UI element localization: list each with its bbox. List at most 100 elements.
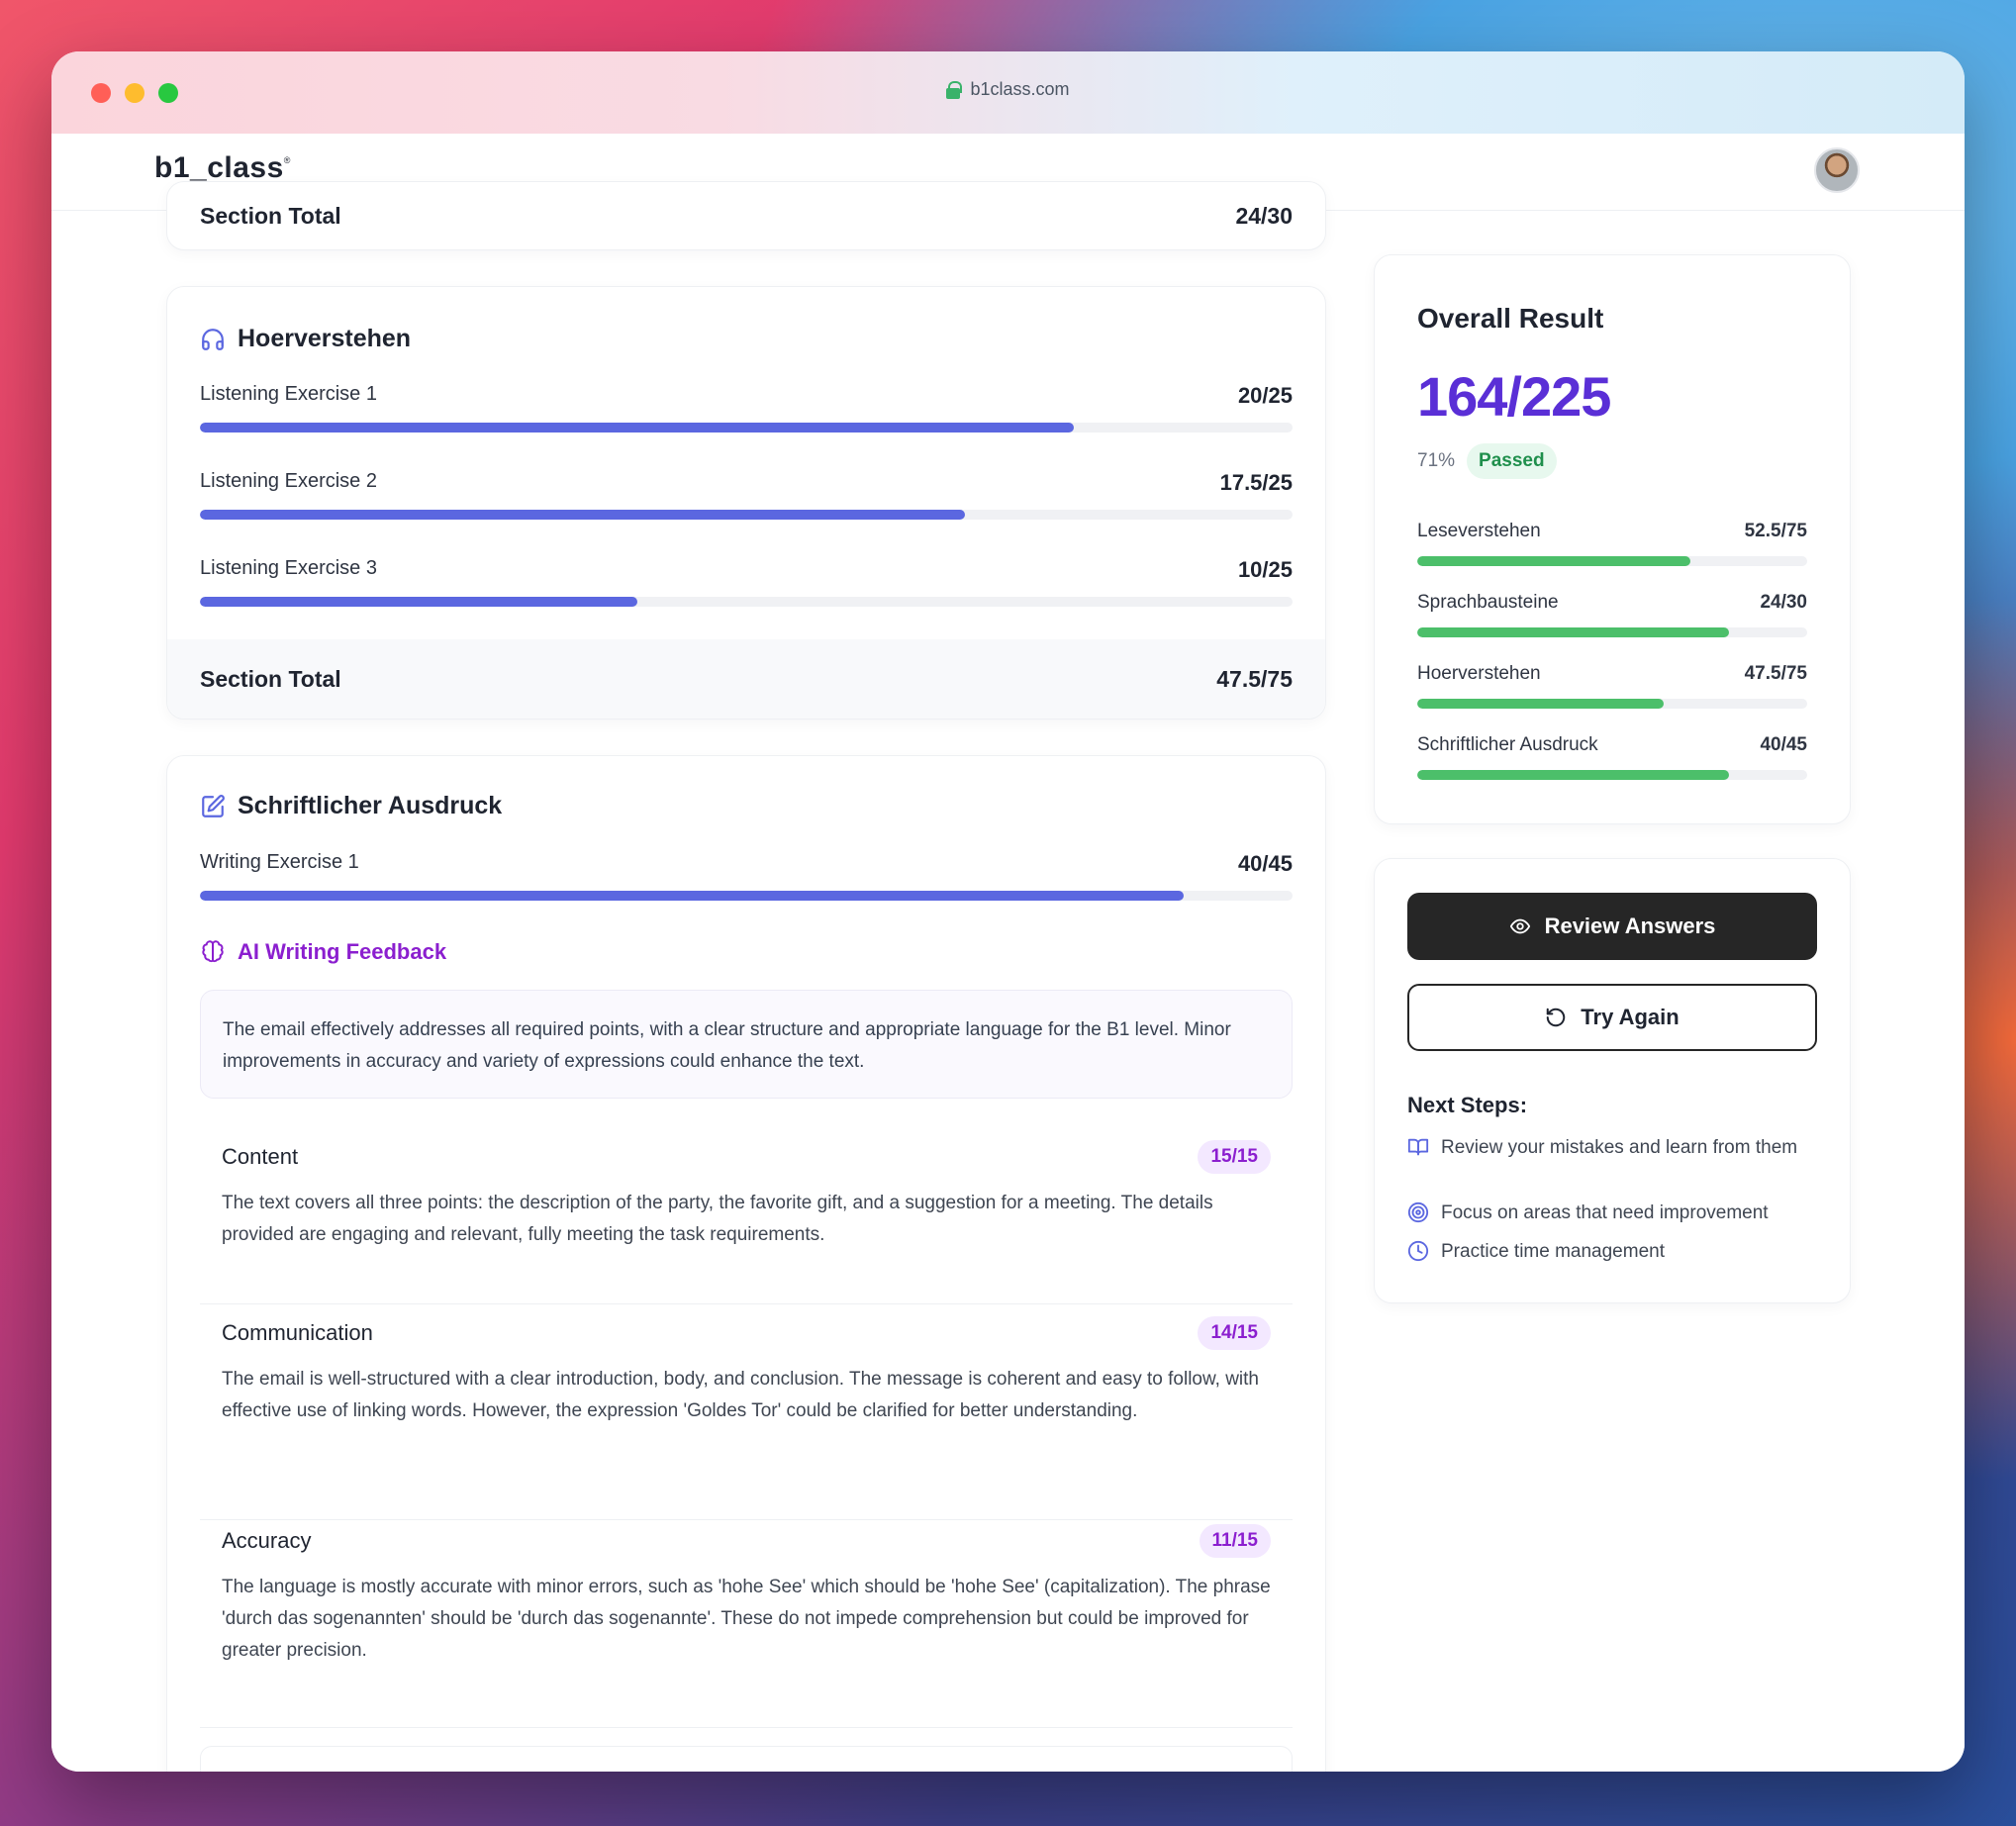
progress-bar	[1417, 699, 1807, 709]
overall-score: 164/225	[1417, 365, 1611, 428]
schriftlicher-title: Schriftlicher Ausdruck	[200, 792, 502, 820]
schriftlicher-card: Schriftlicher Ausdruck Writing Exercise …	[166, 755, 1326, 1772]
criterion-name: Accuracy	[222, 1528, 312, 1553]
main-content: Section Total 24/30 Hoerverstehen Listen…	[51, 181, 1965, 1772]
review-answers-label: Review Answers	[1544, 913, 1716, 938]
edit-icon	[202, 794, 225, 817]
section-total-label: Section Total	[200, 665, 341, 692]
criterion-text: The text covers all three points: the de…	[222, 1193, 1213, 1245]
ai-feedback-title-text: AI Writing Feedback	[238, 939, 447, 964]
hoerverstehen-title-text: Hoerverstehen	[238, 325, 412, 352]
progress-bar	[1417, 627, 1807, 637]
exercise-row: Writing Exercise 1 40/45	[200, 851, 1293, 901]
section-total-value: 47.5/75	[1216, 665, 1293, 692]
eye-icon	[1509, 918, 1530, 934]
section-total-row: Section Total 47.5/75	[167, 639, 1325, 719]
exercise-row: Listening Exercise 1 20/25	[200, 383, 1293, 432]
overall-result-card: Overall Result 164/225 71% Passed Leseve…	[1374, 254, 1851, 824]
url-text: b1class.com	[970, 79, 1070, 99]
hoerverstehen-card: Hoerverstehen Listening Exercise 1 20/25 …	[166, 286, 1326, 720]
overall-section-row: Schriftlicher Ausdruck 40/45	[1417, 734, 1807, 780]
progress-bar	[200, 891, 1293, 901]
overall-section-row: Leseverstehen 52.5/75	[1417, 521, 1807, 566]
progress-fill	[1417, 699, 1665, 709]
progress-fill	[200, 891, 1184, 901]
overall-section-score: 40/45	[1760, 734, 1807, 755]
criterion-card: Content 15/15 The text covers all three …	[200, 1136, 1293, 1304]
progress-bar	[200, 423, 1293, 432]
next-step-text: Practice time management	[1441, 1241, 1665, 1262]
brain-icon	[202, 940, 224, 963]
book-open-icon	[1407, 1138, 1429, 1156]
schriftlicher-title-text: Schriftlicher Ausdruck	[238, 792, 503, 819]
next-step-text: Focus on areas that need improvement	[1441, 1202, 1769, 1223]
exercise-label: Writing Exercise 1	[200, 851, 359, 873]
strengths-section: Strengths	[200, 1746, 1293, 1772]
lock-icon	[946, 80, 963, 99]
overall-section-score: 24/30	[1760, 592, 1807, 613]
criterion-name: Content	[222, 1144, 299, 1169]
try-again-label: Try Again	[1581, 1005, 1680, 1029]
criterion-text: The email is well-structured with a clea…	[222, 1369, 1259, 1421]
hoerverstehen-title: Hoerverstehen	[200, 325, 411, 353]
progress-bar	[1417, 770, 1807, 780]
next-step-item: Practice time management	[1407, 1238, 1817, 1271]
overall-percent-row: 71% Passed	[1417, 443, 1557, 479]
exercise-row: Listening Exercise 3 10/25	[200, 557, 1293, 607]
logo-text: b1_class	[154, 151, 284, 184]
overall-section-score: 52.5/75	[1744, 521, 1807, 541]
address-bar[interactable]: b1class.com	[51, 79, 1965, 100]
exercise-score: 17.5/25	[1219, 470, 1293, 495]
exercise-row: Listening Exercise 2 17.5/25	[200, 470, 1293, 520]
next-steps-title: Next Steps:	[1407, 1093, 1528, 1117]
overall-section-label: Sprachbausteine	[1417, 592, 1559, 613]
actions-card: Review Answers Try Again Next Steps: Rev…	[1374, 858, 1851, 1303]
section-total-label: Section Total	[200, 203, 341, 229]
ai-feedback-title: AI Writing Feedback	[200, 939, 446, 965]
overall-section-label: Leseverstehen	[1417, 521, 1541, 541]
next-step-text: Review your mistakes and learn from them	[1441, 1137, 1798, 1158]
exercise-label: Listening Exercise 3	[200, 557, 377, 579]
clock-icon	[1407, 1240, 1429, 1262]
overall-section-row: Sprachbausteine 24/30	[1417, 592, 1807, 637]
section-total-value: 24/30	[1235, 203, 1293, 229]
review-answers-button[interactable]: Review Answers	[1407, 893, 1817, 960]
overall-section-label: Hoerverstehen	[1417, 663, 1541, 684]
criterion-name: Communication	[222, 1320, 373, 1345]
exercise-label: Listening Exercise 1	[200, 383, 377, 405]
logo[interactable]: b1_class®	[154, 151, 291, 185]
exercise-score: 20/25	[1237, 383, 1293, 408]
criterion-score-badge: 15/15	[1198, 1140, 1271, 1174]
browser-window: b1class.com b1_class® Section Total 24/3…	[51, 51, 1965, 1772]
progress-fill	[1417, 770, 1730, 780]
criterion-score-badge: 11/15	[1199, 1524, 1271, 1558]
status-badge: Passed	[1467, 443, 1557, 479]
overall-result-title: Overall Result	[1417, 303, 1604, 334]
criterion-card: Accuracy 11/15 The language is mostly ac…	[200, 1520, 1293, 1728]
criterion-text: The language is mostly accurate with min…	[222, 1577, 1271, 1661]
exercise-score: 40/45	[1237, 851, 1293, 876]
progress-fill	[200, 597, 637, 607]
overall-percent: 71%	[1417, 450, 1456, 471]
avatar[interactable]	[1814, 147, 1860, 193]
progress-bar	[1417, 556, 1807, 566]
progress-bar	[200, 597, 1293, 607]
logo-mark: ®	[283, 155, 291, 165]
leseverstehen-card: Section Total 24/30	[166, 181, 1326, 250]
browser-titlebar: b1class.com	[51, 51, 1965, 134]
progress-fill	[1417, 627, 1730, 637]
progress-bar	[200, 510, 1293, 520]
next-step-item: Review your mistakes and learn from them	[1407, 1134, 1817, 1167]
progress-fill	[200, 510, 965, 520]
overall-section-score: 47.5/75	[1744, 663, 1807, 684]
criterion-score-badge: 14/15	[1198, 1316, 1271, 1350]
progress-fill	[200, 423, 1075, 432]
rotate-ccw-icon	[1547, 1008, 1566, 1027]
headphones-icon	[202, 328, 224, 350]
try-again-button[interactable]: Try Again	[1407, 984, 1817, 1051]
overall-section-label: Schriftlicher Ausdruck	[1417, 734, 1598, 755]
overall-section-row: Hoerverstehen 47.5/75	[1417, 663, 1807, 709]
ai-feedback-summary: The email effectively addresses all requ…	[200, 990, 1293, 1099]
progress-fill	[1417, 556, 1690, 566]
criterion-card: Communication 14/15 The email is well-st…	[200, 1312, 1293, 1520]
